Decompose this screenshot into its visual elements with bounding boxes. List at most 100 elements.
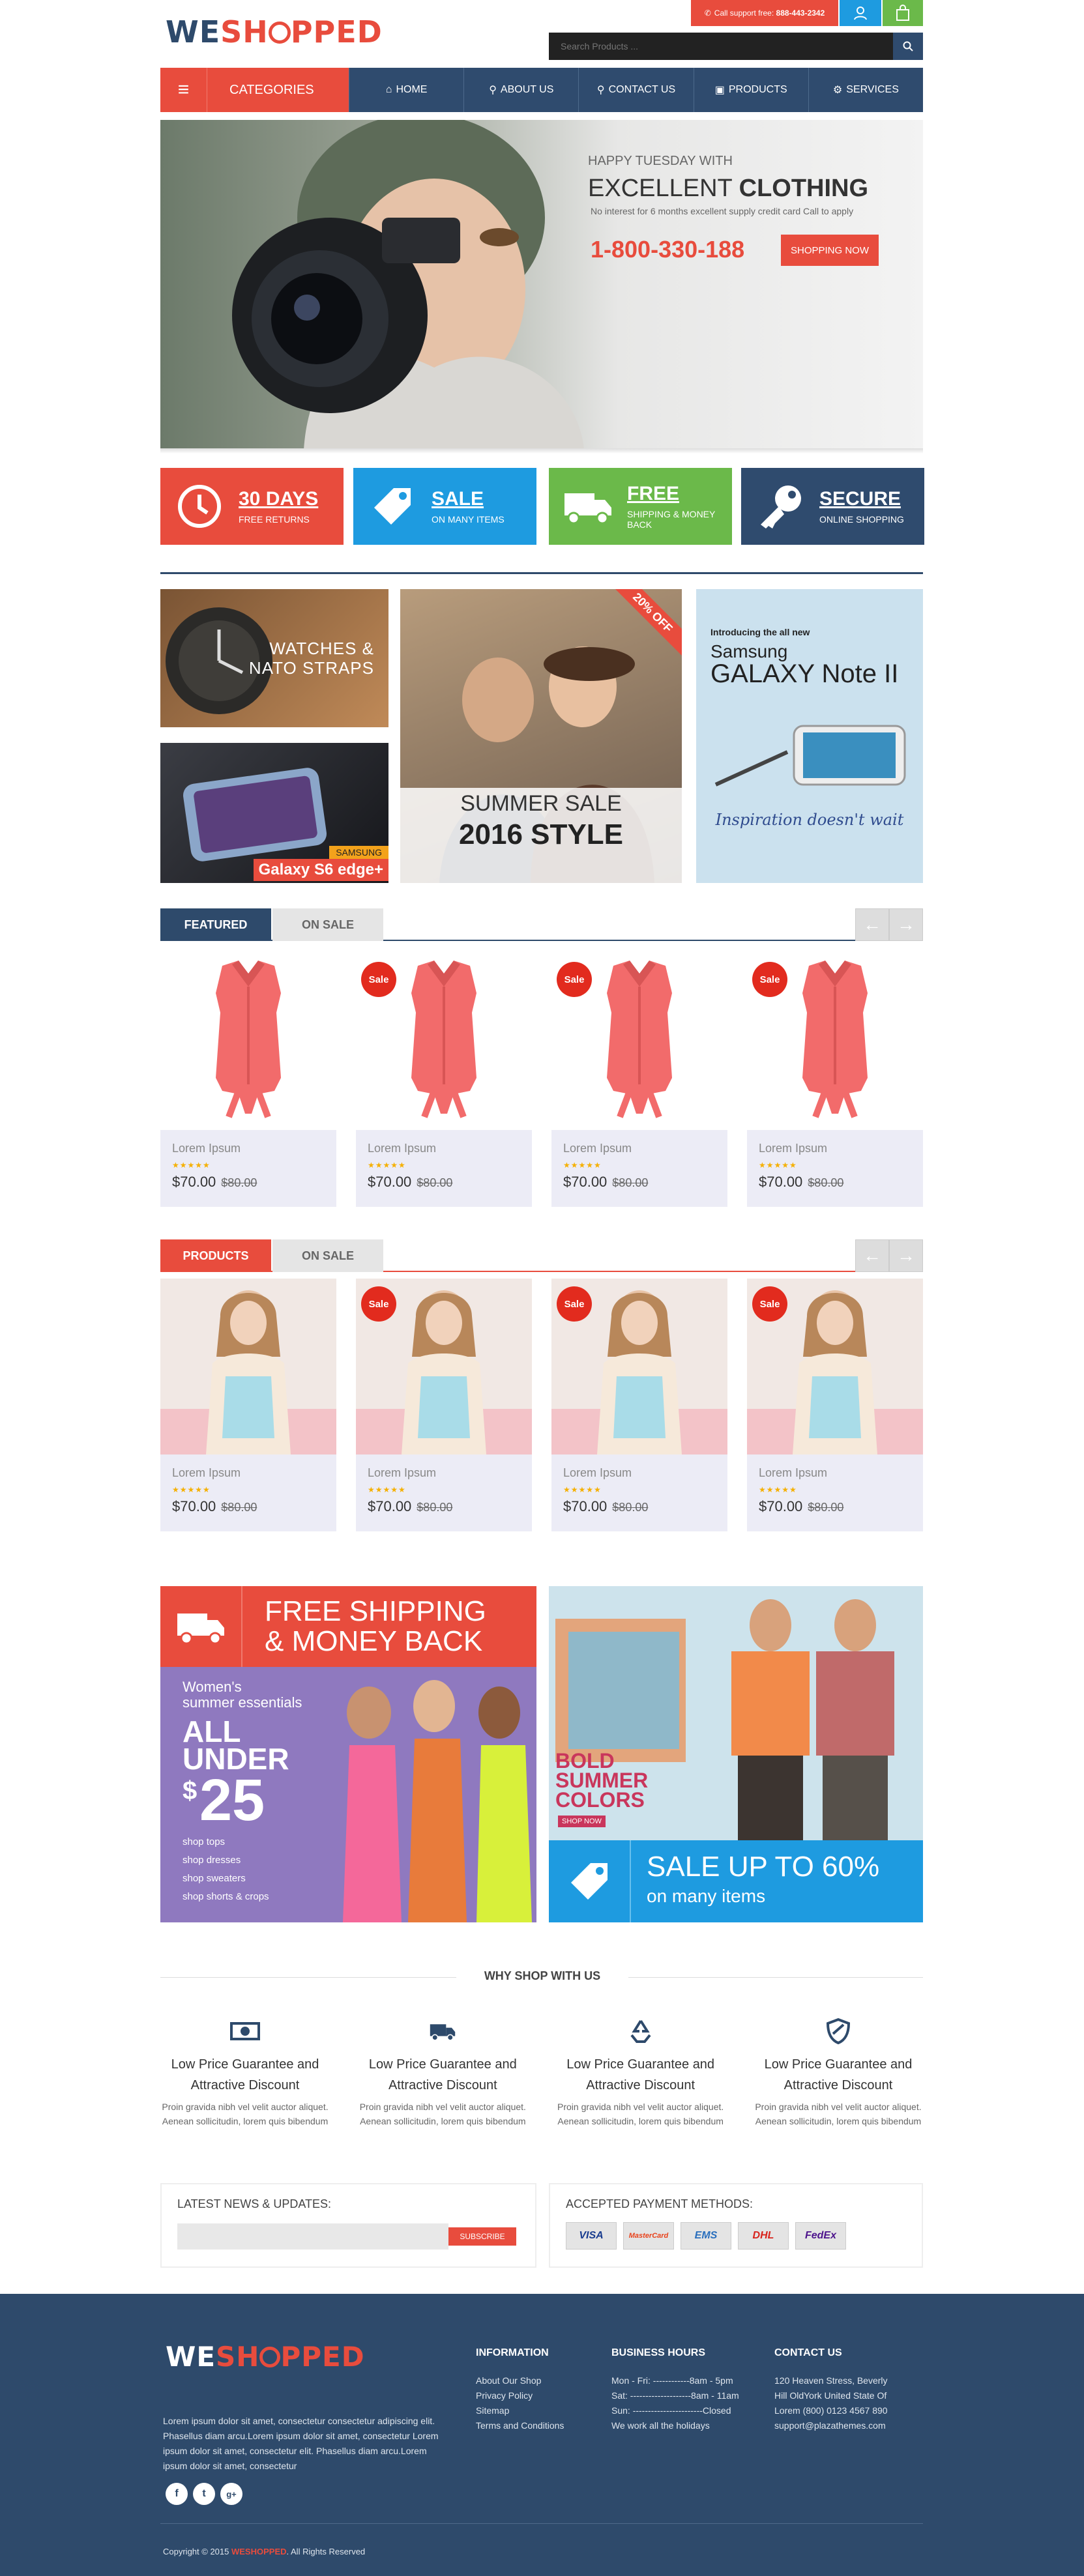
promo-watches[interactable]: WATCHES & NATO STRAPS: [160, 589, 388, 727]
hero-photo: [232, 120, 584, 450]
product-name: Lorem Ipsum: [172, 1142, 241, 1155]
subscribe-button[interactable]: SUBSCRIBE: [448, 2227, 516, 2246]
shop-link[interactable]: shop dresses: [183, 1855, 241, 1866]
product-card[interactable]: Sale Lorem Ipsum ★★★★★ $70.00 $80.00: [356, 1279, 532, 1531]
feature-returns[interactable]: 30 DAYS FREE RETURNS: [160, 468, 344, 545]
pin-icon: ⚲: [596, 85, 605, 96]
rating-stars-icon: ★★★★★: [563, 1161, 602, 1170]
categories-button[interactable]: ≡ CATEGORIES: [160, 68, 349, 112]
bag-icon: [896, 5, 909, 21]
next-arrow-icon[interactable]: →: [889, 1239, 923, 1272]
shop-link[interactable]: shop shorts & crops: [183, 1891, 269, 1902]
product-price: $70.00 $80.00: [563, 1174, 649, 1190]
site-logo[interactable]: WESH PPED: [166, 14, 383, 50]
shop-link[interactable]: shop tops: [183, 1836, 225, 1847]
tab-on-sale-2[interactable]: ON SALE: [272, 1239, 383, 1272]
product-price: $70.00 $80.00: [759, 1174, 844, 1190]
pin-icon: ⚲: [489, 85, 497, 96]
product-image-wrap: Sale: [747, 954, 923, 1130]
nav-home[interactable]: ⌂ HOME: [349, 68, 463, 112]
nav-products[interactable]: ▣ PRODUCTS: [693, 68, 808, 112]
footer-contact: CONTACT US 120 Heaven Stress, Beverly Hi…: [774, 2347, 888, 2433]
product-price: $70.00 $80.00: [172, 1498, 257, 1514]
payment-method-icon: VISA: [566, 2222, 617, 2250]
social-icons: f t g+: [166, 2483, 242, 2505]
feature-free-shipping[interactable]: FREE SHIPPING & MONEY BACK: [549, 468, 732, 545]
footer-link[interactable]: Privacy Policy: [476, 2388, 564, 2403]
truck-icon: [160, 1586, 242, 1667]
newsletter-email-input[interactable]: [177, 2223, 448, 2250]
product-name: Lorem Ipsum: [368, 1142, 437, 1155]
product-name: Lorem Ipsum: [172, 1466, 241, 1479]
why-title: WHY SHOP WITH US: [456, 1969, 628, 1983]
nav-contact[interactable]: ⚲ CONTACT US: [578, 68, 693, 112]
promo-galaxy-note[interactable]: Introducing the all new Samsung GALAXY N…: [696, 589, 923, 883]
product-image-wrap: [160, 954, 336, 1130]
product-card[interactable]: Sale Lorem Ipsum ★★★★★ $70.00 $80.00: [747, 1279, 923, 1531]
banner-bold-summer[interactable]: BOLD SUMMER COLORS SHOP NOW SALE UP TO 6…: [549, 1586, 923, 1922]
old-price: $80.00: [808, 1501, 844, 1514]
product-card[interactable]: Sale Lorem Ipsum ★★★★★ $70.00 $80.00: [551, 1279, 727, 1531]
old-price: $80.00: [221, 1501, 257, 1514]
note-phone-image: [714, 725, 906, 787]
product-card[interactable]: Sale Lorem Ipsum ★★★★★ $70.00 $80.00: [551, 954, 727, 1207]
why-item: Low Price Guarantee and Attractive Disco…: [754, 2016, 923, 2147]
google-plus-icon[interactable]: g+: [220, 2483, 242, 2505]
promo-summer-sale[interactable]: 20% OFF SUMMER SALE 2016 STYLE: [400, 589, 682, 883]
rating-stars-icon: ★★★★★: [368, 1485, 406, 1494]
footer-link[interactable]: Terms and Conditions: [476, 2418, 564, 2433]
prev-arrow-icon[interactable]: ←: [855, 908, 889, 941]
sale-badge: Sale: [752, 962, 787, 997]
search-button[interactable]: [893, 33, 923, 60]
old-price: $80.00: [808, 1176, 844, 1189]
hero-shadow: [160, 448, 923, 454]
newsletter-box: LATEST NEWS & UPDATES: SUBSCRIBE: [160, 2183, 536, 2268]
search-input[interactable]: [549, 33, 893, 60]
next-arrow-icon[interactable]: →: [889, 908, 923, 941]
nav-about[interactable]: ⚲ ABOUT US: [463, 68, 578, 112]
women-image: [343, 1680, 532, 1922]
rating-stars-icon: ★★★★★: [759, 1485, 797, 1494]
account-button[interactable]: [840, 0, 881, 26]
tab-on-sale[interactable]: ON SALE: [272, 908, 383, 941]
hero-slider[interactable]: HAPPY TUESDAY WITH EXCELLENT CLOTHING No…: [160, 120, 923, 450]
rating-stars-icon: ★★★★★: [172, 1161, 211, 1170]
footer-logo[interactable]: WESH PPED: [166, 2341, 365, 2373]
shop-now-button[interactable]: SHOPPING NOW: [781, 235, 879, 266]
why-desc: Proin gravida nibh vel velit auctor aliq…: [162, 2102, 329, 2126]
feature-secure[interactable]: SECURE ONLINE SHOPPING: [741, 468, 924, 545]
payment-method-icon: DHL: [738, 2222, 789, 2250]
product-price: $70.00 $80.00: [563, 1498, 649, 1514]
old-price: $80.00: [417, 1176, 453, 1189]
product-card[interactable]: Lorem Ipsum ★★★★★ $70.00 $80.00: [160, 954, 336, 1207]
why-heading: Low Price Guarantee and Attractive Disco…: [566, 2057, 715, 2092]
nav-services[interactable]: ⚙ SERVICES: [808, 68, 923, 112]
cart-button[interactable]: [883, 0, 923, 26]
product-card[interactable]: Sale Lorem Ipsum ★★★★★ $70.00 $80.00: [747, 954, 923, 1207]
support-email[interactable]: support@plazathemes.com: [774, 2418, 888, 2433]
product-name: Lorem Ipsum: [368, 1466, 437, 1479]
main-nav: ≡ CATEGORIES ⌂ HOME ⚲ ABOUT US ⚲ CONTACT US…: [160, 68, 923, 112]
facebook-icon[interactable]: f: [166, 2483, 188, 2505]
banner-women-summer[interactable]: FREE SHIPPING & MONEY BACK Women's summe…: [160, 1586, 536, 1922]
product-card[interactable]: Sale Lorem Ipsum ★★★★★ $70.00 $80.00: [356, 954, 532, 1207]
shop-link[interactable]: shop sweaters: [183, 1873, 246, 1884]
footer-link[interactable]: About Our Shop: [476, 2373, 564, 2388]
tab-featured[interactable]: FEATURED: [160, 908, 271, 941]
twitter-icon[interactable]: t: [193, 2483, 215, 2505]
carousel-arrows: ← →: [855, 908, 923, 941]
logo-bag-icon: [259, 2347, 281, 2367]
footer-link[interactable]: Sitemap: [476, 2403, 564, 2418]
phone-icon: ✆: [704, 8, 711, 18]
promo-galaxy[interactable]: SAMSUNG Galaxy S6 edge+: [160, 743, 388, 883]
search-icon: [903, 41, 913, 51]
feature-sale[interactable]: SALE ON MANY ITEMS: [353, 468, 536, 545]
prev-arrow-icon[interactable]: ←: [855, 1239, 889, 1272]
product-card[interactable]: Lorem Ipsum ★★★★★ $70.00 $80.00: [160, 1279, 336, 1531]
products-list: Lorem Ipsum ★★★★★ $70.00 $80.00 Sale Lorem Ip…: [160, 1279, 923, 1539]
old-price: $80.00: [612, 1176, 649, 1189]
payment-box: ACCEPTED PAYMENT METHODS: VISA MasterCard…: [549, 2183, 923, 2268]
why-heading: Low Price Guarantee and Attractive Disco…: [764, 2057, 913, 2092]
tab-products[interactable]: PRODUCTS: [160, 1239, 271, 1272]
featured-tabs: FEATURED ON SALE ← →: [160, 908, 923, 941]
